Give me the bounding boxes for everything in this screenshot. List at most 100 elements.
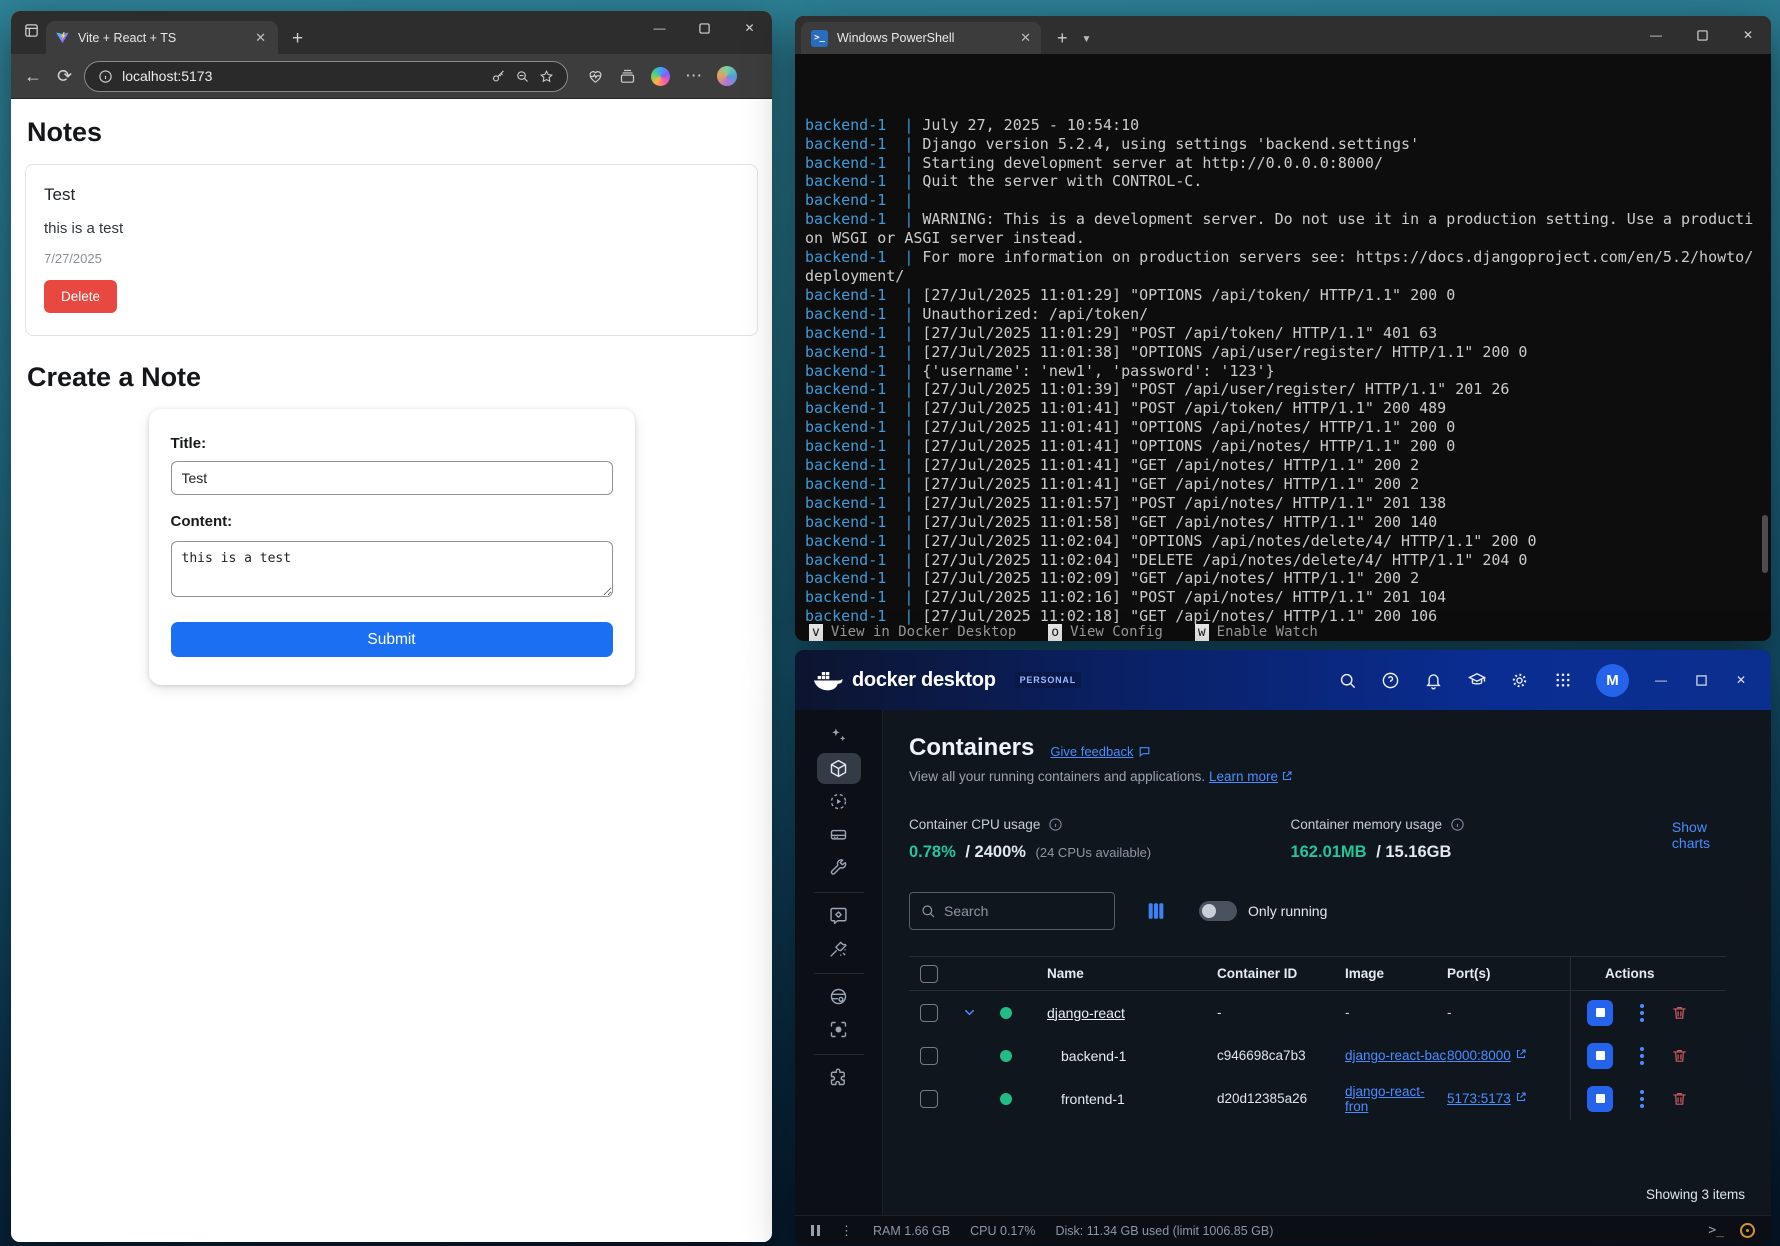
- learning-center-icon[interactable]: [1455, 660, 1498, 700]
- sidebar-item-dev-environments[interactable]: [817, 933, 861, 964]
- submit-button[interactable]: Submit: [171, 622, 613, 657]
- container-name-link[interactable]: django-react: [1047, 1005, 1125, 1021]
- sidebar-item-containers[interactable]: [817, 753, 861, 784]
- select-all-checkbox[interactable]: [920, 965, 938, 983]
- terminal-new-tab-button[interactable]: +: [1057, 29, 1068, 47]
- stop-button[interactable]: [1587, 1043, 1613, 1069]
- learn-more-link[interactable]: Learn more: [1209, 769, 1278, 784]
- terminal-toggle-icon[interactable]: >_: [1708, 1223, 1724, 1238]
- back-icon[interactable]: ←: [21, 67, 45, 85]
- delete-container-button[interactable]: [1671, 1090, 1688, 1107]
- sidebar-item-builds[interactable]: [817, 852, 861, 883]
- stop-button[interactable]: [1587, 1086, 1613, 1112]
- give-feedback-link[interactable]: Give feedback: [1050, 744, 1151, 759]
- refresh-icon[interactable]: ⟳: [54, 67, 75, 85]
- port-link[interactable]: 5173:5173: [1447, 1091, 1527, 1106]
- row-checkbox[interactable]: [920, 1047, 938, 1065]
- sidebar-item-extensions[interactable]: [817, 1062, 861, 1093]
- user-avatar[interactable]: M: [1596, 664, 1629, 697]
- more-menu-icon[interactable]: ⋯: [685, 66, 702, 86]
- note-date: 7/27/2025: [44, 251, 739, 266]
- terminal-line: backend-1 | [27/Jul/2025 11:02:09] "GET …: [805, 569, 1761, 588]
- delete-container-button[interactable]: [1671, 1004, 1688, 1021]
- hotkey-view-in-docker[interactable]: vView in Docker Desktop: [809, 624, 1016, 641]
- copilot-icon[interactable]: [651, 67, 670, 86]
- sidebar-item-kubernetes[interactable]: [817, 1014, 861, 1045]
- row-checkbox[interactable]: [920, 1004, 938, 1022]
- profile-avatar[interactable]: [717, 66, 737, 86]
- tab-close-icon[interactable]: ✕: [252, 30, 269, 46]
- browser-tab-title: Vite + React + TS: [78, 31, 244, 45]
- search-input[interactable]: [944, 903, 1084, 919]
- settings-gear-icon[interactable]: [1498, 660, 1541, 700]
- port-link[interactable]: 8000:8000: [1447, 1048, 1527, 1063]
- terminal-line: backend-1 | [27/Jul/2025 11:01:41] "OPTI…: [805, 418, 1761, 437]
- info-icon[interactable]: [1450, 817, 1465, 832]
- hotkey-view-config[interactable]: oView Config: [1048, 624, 1163, 641]
- notifications-bell-icon[interactable]: [1412, 660, 1455, 700]
- footer-menu-icon[interactable]: ⋮: [840, 1223, 853, 1239]
- image-link[interactable]: django-react-fron: [1345, 1084, 1447, 1114]
- show-charts-link[interactable]: Show charts: [1672, 817, 1745, 862]
- info-icon[interactable]: [1048, 817, 1063, 832]
- container-row[interactable]: backend-1c946698ca7b3django-react-bac800…: [909, 1034, 1726, 1077]
- hotkey-enable-watch[interactable]: wEnable Watch: [1195, 624, 1318, 641]
- docker-maximize-button[interactable]: [1681, 660, 1721, 700]
- new-tab-button[interactable]: +: [292, 29, 303, 48]
- terminal-title-bar: >_ Windows PowerShell ✕ + ▼ — ✕: [795, 16, 1771, 54]
- stop-button[interactable]: [1587, 1000, 1613, 1026]
- terminal-line: backend-1 | [27/Jul/2025 11:01:41] "OPTI…: [805, 437, 1761, 456]
- container-row[interactable]: django-react---: [909, 991, 1726, 1034]
- container-name-link[interactable]: backend-1: [1061, 1048, 1126, 1064]
- sidebar-item-docker-hub[interactable]: [817, 981, 861, 1012]
- favorite-star-icon[interactable]: [539, 69, 554, 84]
- sidebar-item-docker-scout[interactable]: [817, 900, 861, 931]
- terminal-scrollbar[interactable]: [1762, 515, 1768, 573]
- row-menu-button[interactable]: [1632, 1004, 1652, 1022]
- pause-resources-icon[interactable]: [811, 1225, 820, 1236]
- image-link[interactable]: django-react-bac: [1345, 1048, 1446, 1063]
- content-textarea[interactable]: this is a test: [171, 541, 613, 597]
- browser-minimize-button[interactable]: —: [637, 11, 682, 45]
- containers-search[interactable]: [909, 892, 1115, 930]
- help-icon[interactable]: [1369, 660, 1412, 700]
- status-indicator-icon[interactable]: [1740, 1223, 1755, 1238]
- terminal-close-button[interactable]: ✕: [1725, 16, 1771, 54]
- sidebar-item-gordon-ai[interactable]: [817, 720, 861, 751]
- sidebar-item-volumes[interactable]: [817, 819, 861, 850]
- terminal-tab-close-icon[interactable]: ✕: [1020, 30, 1031, 46]
- terminal-line: backend-1 | {'username': 'new1', 'passwo…: [805, 362, 1761, 381]
- terminal-minimize-button[interactable]: —: [1633, 16, 1679, 54]
- container-name-link[interactable]: frontend-1: [1061, 1091, 1125, 1107]
- browser-maximize-button[interactable]: [682, 11, 727, 45]
- tab-actions-menu-icon[interactable]: [23, 22, 40, 44]
- terminal-tab-dropdown-icon[interactable]: ▼: [1082, 34, 1092, 45]
- desktop-wallpaper: Vite + React + TS ✕ + — ✕ ← ⟳ localhost:…: [0, 0, 1780, 1246]
- delete-note-button[interactable]: Delete: [44, 280, 117, 313]
- browser-tab[interactable]: Vite + React + TS ✕: [46, 21, 278, 54]
- terminal-maximize-button[interactable]: [1679, 16, 1725, 54]
- docker-desktop-window: docker desktop PERSONAL M — ✕: [795, 650, 1771, 1245]
- row-menu-button[interactable]: [1632, 1090, 1652, 1108]
- column-settings-icon[interactable]: [1145, 900, 1167, 922]
- sidebar-item-images[interactable]: [817, 786, 861, 817]
- only-running-toggle[interactable]: [1199, 901, 1237, 921]
- title-input[interactable]: [171, 461, 613, 495]
- docker-close-button[interactable]: ✕: [1721, 660, 1761, 700]
- delete-container-button[interactable]: [1671, 1047, 1688, 1064]
- browser-essentials-icon[interactable]: [587, 68, 604, 85]
- row-checkbox[interactable]: [920, 1090, 938, 1108]
- zoom-icon[interactable]: [515, 69, 530, 84]
- container-row[interactable]: frontend-1d20d12385a26django-react-fron5…: [909, 1077, 1726, 1120]
- password-key-icon[interactable]: [491, 69, 506, 84]
- docker-minimize-button[interactable]: —: [1641, 660, 1681, 700]
- row-menu-button[interactable]: [1632, 1047, 1652, 1065]
- collections-icon[interactable]: [619, 68, 636, 85]
- site-info-icon[interactable]: [98, 69, 113, 84]
- apps-grid-icon[interactable]: [1541, 660, 1584, 700]
- terminal-tab[interactable]: >_ Windows PowerShell ✕: [801, 22, 1041, 54]
- browser-close-button[interactable]: ✕: [727, 11, 772, 45]
- address-bar[interactable]: localhost:5173: [84, 61, 568, 92]
- expand-chevron-icon[interactable]: [962, 1005, 977, 1020]
- search-icon[interactable]: [1326, 660, 1369, 700]
